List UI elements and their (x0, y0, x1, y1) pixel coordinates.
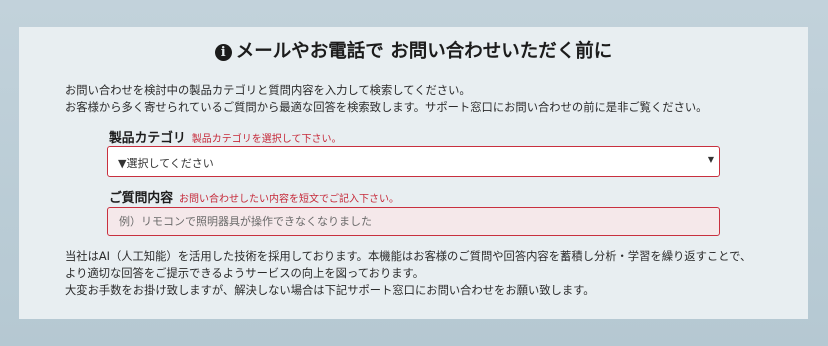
footer-line: 大変お手数をお掛け致しますが、解決しない場合は下記サポート窓口にお問い合わせをお… (65, 284, 595, 297)
question-label-row: ご質問内容 お問い合わせしたい内容を短文でご記入下さい。 (109, 187, 399, 206)
panel-title: i メールやお電話で お問い合わせいただく前に (19, 39, 808, 65)
footer-notice: 当社はAI（人工知能）を活用した技術を採用しております。本機能はお客様のご質問や… (65, 248, 751, 299)
footer-line: 当社はAI（人工知能）を活用した技術を採用しております。本機能はお客様のご質問や… (65, 250, 752, 263)
faq-search-panel: i メールやお電話で お問い合わせいただく前に お問い合わせを検討中の製品カテゴリ… (19, 27, 808, 319)
intro-line: お客様から多く寄せられているご質問から最適な回答を検索致します。サポート窓口にお… (65, 101, 708, 114)
product-category-label: 製品カテゴリ (109, 131, 186, 146)
product-category-label-row: 製品カテゴリ 製品カテゴリを選択して下さい。 (109, 127, 341, 146)
info-circle-icon: i (214, 44, 232, 61)
question-hint: お問い合わせしたい内容を短文でご記入下さい。 (178, 194, 399, 205)
product-category-select[interactable]: ▼選択してください ▼ (107, 146, 720, 177)
question-input[interactable] (107, 207, 720, 236)
chevron-down-icon: ▼ (707, 155, 714, 164)
question-label: ご質問内容 (109, 191, 173, 206)
product-category-selected-value: ▼選択してください (118, 157, 214, 170)
panel-title-text: メールやお電話で お問い合わせいただく前に (235, 41, 613, 62)
intro-line: お問い合わせを検討中の製品カテゴリと質問内容を入力して検索してください。 (65, 84, 471, 97)
footer-line: より適切な回答をご提示できるようサービスの向上を図っております。 (65, 267, 425, 280)
product-category-hint: 製品カテゴリを選択して下さい。 (191, 134, 342, 145)
intro-text: お問い合わせを検討中の製品カテゴリと質問内容を入力して検索してください。 お客様… (65, 82, 707, 116)
